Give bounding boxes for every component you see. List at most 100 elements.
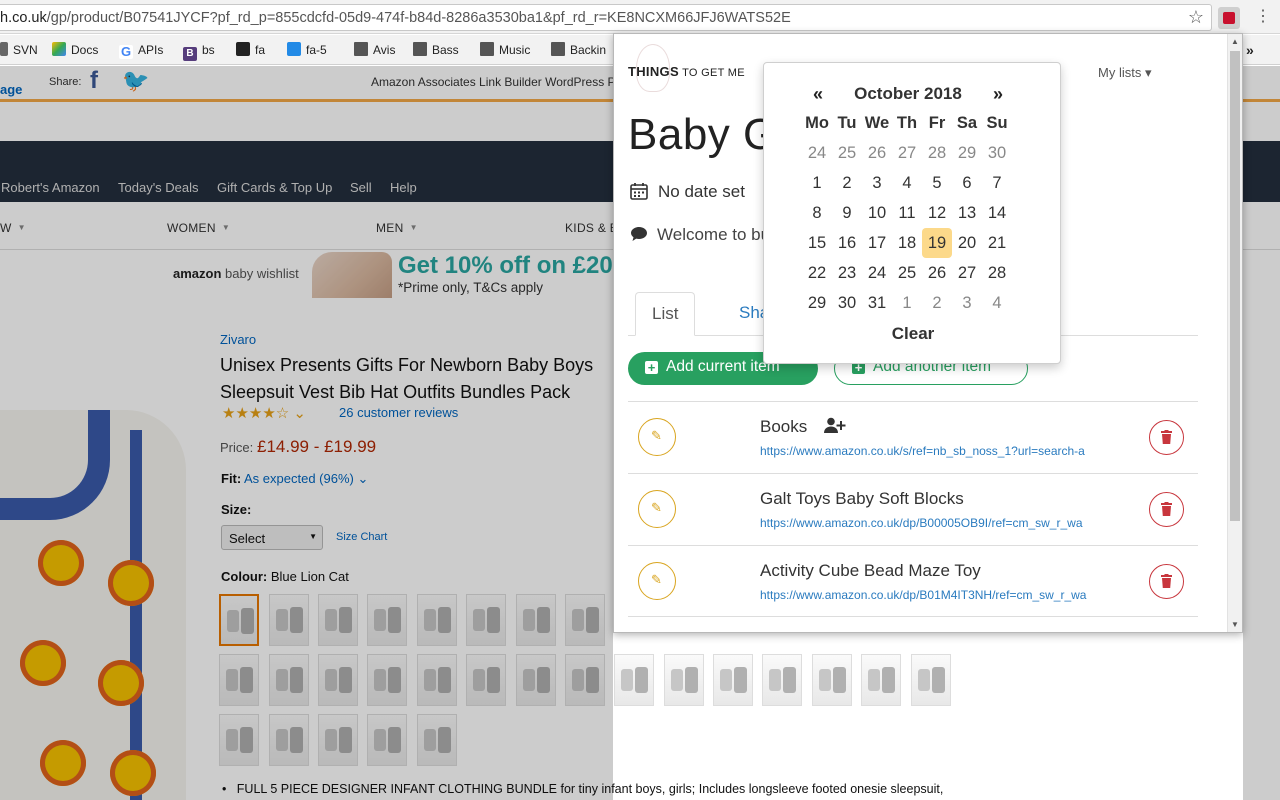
calendar-day[interactable]: 25 [832,138,862,168]
bookmark-backin[interactable]: Backin [551,41,606,59]
calendar-day[interactable]: 11 [892,198,922,228]
bookmark-fa-5[interactable]: fa-5 [287,41,327,59]
month-title[interactable]: October 2018 [838,83,978,105]
star-icon[interactable]: ☆ [1187,8,1205,26]
bookmark-bass[interactable]: Bass [413,41,459,59]
address-bar[interactable]: h.co.uk/gp/product/B07541JYCF?pf_rd_p=85… [0,4,1212,31]
calendar-day[interactable]: 30 [832,288,862,318]
delete-button[interactable] [1149,492,1184,527]
calendar-day[interactable]: 3 [952,288,982,318]
event-date-text[interactable]: No date set [658,182,745,202]
calendar-day[interactable]: 29 [952,138,982,168]
user-plus-icon[interactable] [823,417,846,433]
bookmark-svn[interactable]: SVN [0,41,38,59]
bookmark-avis[interactable]: Avis [354,41,395,59]
scroll-thumb[interactable] [1230,51,1240,521]
calendar-day[interactable]: 1 [802,168,832,198]
calendar-day[interactable]: 4 [982,288,1012,318]
edit-button[interactable]: ✎ [638,490,676,528]
calendar-day[interactable]: 21 [982,228,1012,258]
calendar-day[interactable]: 27 [952,258,982,288]
item-url-link[interactable]: https://www.amazon.co.uk/dp/B01M4IT3NH/r… [760,588,1138,602]
bookmark-music[interactable]: Music [480,41,530,59]
bookmark-fa[interactable]: fa [236,41,265,59]
weekday-header-row: Mo Tu We Th Fr Sa Su [802,108,1012,138]
calendar-day[interactable]: 30 [982,138,1012,168]
extension-gift-icon[interactable] [1218,7,1240,29]
calendar-day[interactable]: 26 [862,138,892,168]
clear-date-button[interactable]: Clear [764,322,1062,346]
prev-month-button[interactable]: « [804,83,832,105]
colour-swatch[interactable] [614,654,654,706]
calendar-day[interactable]: 24 [862,258,892,288]
folder-icon [480,42,494,56]
calendar-week-row: 1234567 [802,168,1012,198]
calendar-day[interactable]: 20 [952,228,982,258]
calendar-day[interactable]: 24 [802,138,832,168]
calendar-day[interactable]: 28 [922,138,952,168]
calendar-day[interactable]: 2 [832,168,862,198]
calendar-day[interactable]: 1 [892,288,922,318]
popup-scrollbar[interactable]: ▲ ▼ [1227,34,1242,632]
calendar-day[interactable]: 25 [892,258,922,288]
calendar-day[interactable]: 4 [892,168,922,198]
colour-swatch[interactable] [664,654,704,706]
calendar-day[interactable]: 9 [832,198,862,228]
calendar-day[interactable]: 16 [832,228,862,258]
calendar-day[interactable]: 22 [802,258,832,288]
edit-button[interactable]: ✎ [638,418,676,456]
calendar-day[interactable]: 7 [982,168,1012,198]
calendar-day-today[interactable]: 19 [922,228,952,258]
calendar-week-row: 22 23 24 25 26 27 28 [802,258,1012,288]
bookmark-bs[interactable]: Bbs [183,41,215,61]
bootstrap-icon: B [183,47,197,61]
item-name: Activity Cube Bead Maze Toy [760,561,981,580]
scroll-up-arrow-icon[interactable]: ▲ [1231,37,1239,46]
calendar-day[interactable]: 10 [862,198,892,228]
calendar-day[interactable]: 17 [862,228,892,258]
calendar-day[interactable]: 23 [832,258,862,288]
calendar-day[interactable]: 31 [862,288,892,318]
calendar-day[interactable]: 3 [862,168,892,198]
tab-list[interactable]: List [635,292,696,336]
calendar-day[interactable]: 8 [802,198,832,228]
item-name: Galt Toys Baby Soft Blocks [760,489,964,508]
google-icon: G [119,44,133,59]
calendar-day[interactable]: 15 [802,228,832,258]
calendar-day[interactable]: 26 [922,258,952,288]
colour-swatch[interactable] [861,654,901,706]
next-month-button[interactable]: » [984,83,1012,105]
bookmark-docs[interactable]: Docs [52,41,98,59]
trash-icon [1161,574,1172,588]
colour-swatch[interactable] [713,654,753,706]
calendar-day[interactable]: 12 [922,198,952,228]
item-url-link[interactable]: https://www.amazon.co.uk/s/ref=nb_sb_nos… [760,444,1138,458]
colour-swatch[interactable] [762,654,802,706]
scroll-down-arrow-icon[interactable]: ▼ [1231,620,1239,629]
datepicker: « October 2018 » Mo Tu We Th Fr Sa Su 24 25 26 27 2… [763,62,1061,364]
calendar-day[interactable]: 28 [982,258,1012,288]
svn-icon [0,42,8,56]
my-lists-dropdown[interactable]: My lists ▾ [1098,65,1151,81]
calendar-day[interactable]: 14 [982,198,1012,228]
bookmark-apis[interactable]: G APIs [119,41,163,59]
calendar-day[interactable]: 13 [952,198,982,228]
browser-menu-icon[interactable]: ⋮ [1255,8,1271,26]
colour-swatch[interactable] [911,654,951,706]
calendar-day[interactable]: 29 [802,288,832,318]
calendar-day[interactable]: 18 [892,228,922,258]
calendar-day[interactable]: 5 [922,168,952,198]
item-url-link[interactable]: https://www.amazon.co.uk/dp/B00005OB9I/r… [760,516,1138,530]
calendar-day[interactable]: 6 [952,168,982,198]
weekday-label: Fr [928,114,946,132]
calendar-day[interactable]: 27 [892,138,922,168]
delete-button[interactable] [1149,420,1184,455]
bookmarks-overflow[interactable]: » [1246,41,1254,59]
trash-icon [1161,430,1172,444]
edit-button[interactable]: ✎ [638,562,676,600]
delete-button[interactable] [1149,564,1184,599]
fa5-flag-icon [287,42,301,56]
list-item: ✎ Galt Toys Baby Soft Blocks https://www… [628,473,1198,545]
calendar-day[interactable]: 2 [922,288,952,318]
colour-swatch[interactable] [812,654,852,706]
